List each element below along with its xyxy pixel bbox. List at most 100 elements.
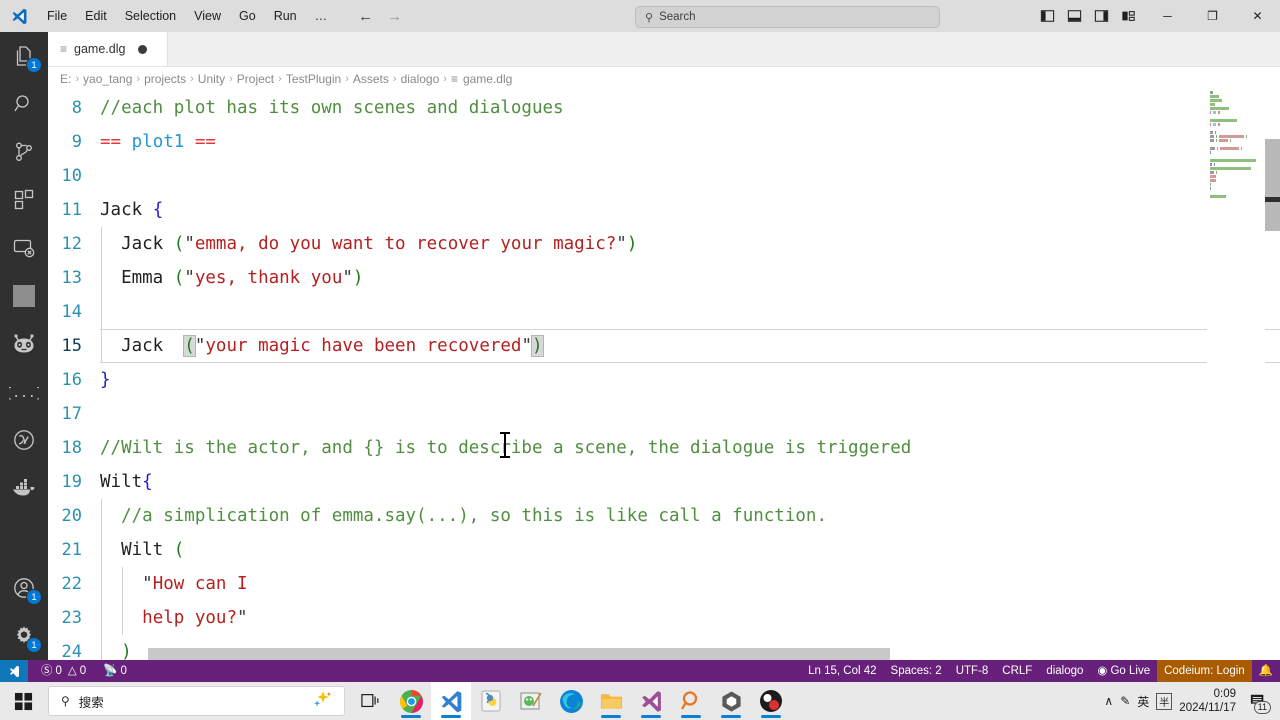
activity-square-view[interactable] — [0, 272, 48, 320]
taskbar-visual-studio[interactable] — [631, 682, 671, 720]
code-line[interactable]: 22 "How can I — [48, 567, 1280, 601]
activity-lambda-circle[interactable] — [0, 416, 48, 464]
code-line-text[interactable] — [100, 295, 1280, 329]
menu-file[interactable]: File — [39, 5, 75, 27]
back-arrow-icon[interactable]: ← — [358, 9, 373, 24]
code-line[interactable]: 15 Jack ("your magic have been recovered… — [48, 329, 1280, 363]
activity-remote-explorer[interactable] — [0, 224, 48, 272]
windows-start-icon[interactable] — [0, 682, 46, 720]
taskbar-clock[interactable]: 0:09 2024/11/17 — [1179, 687, 1236, 715]
code-line[interactable]: 10 — [48, 159, 1280, 193]
status-problems[interactable]: Ⓢ 0 △ 0 — [37, 660, 90, 682]
close-button[interactable]: ✕ — [1235, 0, 1280, 32]
breadcrumb-item-3[interactable]: Unity — [198, 72, 225, 86]
menu-go[interactable]: Go — [231, 5, 264, 27]
breadcrumb-item-6[interactable]: Assets — [353, 72, 389, 86]
vertical-scrollbar-thumb[interactable] — [1265, 139, 1280, 231]
breadcrumb-item-0[interactable]: E: — [60, 72, 71, 86]
customize-layout-icon[interactable] — [1121, 9, 1136, 23]
status-go-live[interactable]: ◉ Go Live — [1090, 660, 1157, 682]
toggle-panel-icon[interactable] — [1067, 9, 1082, 23]
breadcrumb-item-1[interactable]: yao_tang — [83, 72, 132, 86]
toggle-primary-sidebar-icon[interactable] — [1040, 9, 1055, 23]
taskbar-google-chrome[interactable] — [391, 682, 431, 720]
remote-window-icon[interactable] — [0, 660, 28, 682]
breadcrumb-item-file[interactable]: ≡ game.dlg — [451, 72, 512, 86]
code-line-text[interactable]: == plot1 == — [100, 125, 1280, 159]
code-line[interactable]: 14 — [48, 295, 1280, 329]
activity-accounts[interactable]: 1 — [0, 564, 48, 612]
status-encoding[interactable]: UTF-8 — [949, 660, 996, 682]
code-line[interactable]: 9 == plot1 == — [48, 125, 1280, 159]
code-line-text[interactable]: Jack { — [100, 193, 1280, 227]
code-line-text[interactable]: Wilt ( — [100, 533, 1280, 567]
code-line-text[interactable]: Emma ("yes, thank you") — [100, 261, 1280, 295]
toggle-secondary-sidebar-icon[interactable] — [1094, 9, 1109, 23]
code-line-text[interactable]: Jack ("your magic have been recovered") — [100, 329, 1280, 363]
activity-settings[interactable]: 1 — [0, 612, 48, 660]
code-line[interactable]: 21 Wilt ( — [48, 533, 1280, 567]
breadcrumb-item-2[interactable]: projects — [144, 72, 186, 86]
code-line-text[interactable]: //a simplication of emma.say(...), so th… — [100, 499, 1280, 533]
code-line[interactable]: 18 //Wilt is the actor, and {} is to desc… — [48, 431, 1280, 465]
taskbar-search-box[interactable]: ⚲ 搜索 — [48, 686, 345, 716]
menu-edit[interactable]: Edit — [77, 5, 115, 27]
code-line-text[interactable] — [100, 397, 1280, 431]
code-line[interactable]: 12 Jack ("emma, do you want to recover y… — [48, 227, 1280, 261]
code-line-text[interactable]: } — [100, 363, 1280, 397]
minimize-button[interactable]: ─ — [1145, 0, 1190, 32]
code-line-text[interactable] — [100, 159, 1280, 193]
code-line-text[interactable]: help you?" — [100, 601, 1280, 635]
copilot-sparkle-icon[interactable] — [312, 689, 334, 714]
status-eol[interactable]: CRLF — [995, 660, 1039, 682]
command-center-search[interactable]: ⚲ Search — [635, 6, 940, 28]
menu-more[interactable]: … — [307, 5, 336, 27]
forward-arrow-icon[interactable]: → — [387, 9, 402, 24]
taskbar-obs-studio[interactable] — [751, 682, 791, 720]
code-line[interactable]: 16} — [48, 363, 1280, 397]
taskbar-pycharm[interactable] — [471, 682, 511, 720]
tray-chevron-up-icon[interactable]: ∧ — [1104, 694, 1113, 708]
activity-bot-assistant[interactable] — [0, 320, 48, 368]
taskbar-green-notepad-app[interactable] — [511, 682, 551, 720]
code-line-text[interactable]: Wilt{ — [100, 465, 1280, 499]
activity-snippets-braces[interactable]: {...} — [0, 368, 48, 416]
code-line-text[interactable]: Jack ("emma, do you want to recover your… — [100, 227, 1280, 261]
taskbar-everything-search[interactable] — [671, 682, 711, 720]
code-line[interactable]: 20 //a simplication of emma.say(...), so… — [48, 499, 1280, 533]
horizontal-scrollbar[interactable] — [48, 648, 1280, 660]
vertical-scrollbar[interactable] — [1265, 91, 1280, 660]
code-line[interactable]: 8 //each plot has its own scenes and dial… — [48, 91, 1280, 125]
code-line[interactable]: 17 — [48, 397, 1280, 431]
taskbar-unity[interactable] — [711, 682, 751, 720]
horizontal-scrollbar-thumb[interactable] — [148, 648, 890, 660]
taskbar-task-view[interactable] — [351, 682, 391, 720]
taskbar-file-explorer[interactable] — [591, 682, 631, 720]
bell-icon[interactable]: 🔔 — [1252, 660, 1280, 682]
code-line[interactable]: 11 Jack { — [48, 193, 1280, 227]
activity-search[interactable] — [0, 80, 48, 128]
code-line-text[interactable]: //each plot has its own scenes and dialo… — [100, 91, 1280, 125]
minimap[interactable] — [1207, 91, 1265, 660]
ime-language-indicator[interactable]: 英 — [1137, 693, 1149, 710]
code-line[interactable]: 13 Emma ("yes, thank you") — [48, 261, 1280, 295]
code-line[interactable]: 19 Wilt{ — [48, 465, 1280, 499]
notification-center-button[interactable]: 11 — [1243, 682, 1273, 720]
activity-source-control[interactable] — [0, 128, 48, 176]
status-indentation[interactable]: Spaces: 2 — [884, 660, 949, 682]
status-cursor-position[interactable]: Ln 15, Col 42 — [801, 660, 883, 682]
restore-button[interactable]: ❐ — [1190, 0, 1235, 32]
taskbar-microsoft-edge[interactable] — [551, 682, 591, 720]
code-line-text[interactable]: "How can I — [100, 567, 1280, 601]
breadcrumb-item-7[interactable]: dialogo — [401, 72, 440, 86]
activity-docker[interactable] — [0, 464, 48, 512]
taskbar-visual-studio-code[interactable] — [431, 682, 471, 720]
menu-selection[interactable]: Selection — [117, 5, 184, 27]
ime-mode-indicator[interactable]: 半 — [1156, 692, 1173, 710]
breadcrumb-item-5[interactable]: TestPlugin — [286, 72, 341, 86]
tab-game-dlg[interactable]: ≡ game.dlg — [48, 32, 168, 66]
menu-view[interactable]: View — [186, 5, 229, 27]
status-codeium-login[interactable]: Codeium: Login — [1157, 660, 1252, 682]
code-line[interactable]: 23 help you?" — [48, 601, 1280, 635]
code-line-text[interactable]: //Wilt is the actor, and {} is to descri… — [100, 431, 1280, 465]
